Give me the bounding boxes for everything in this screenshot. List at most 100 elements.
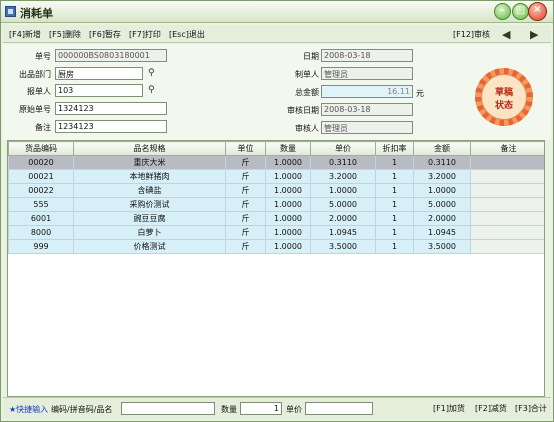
- quantity-input[interactable]: 1: [240, 402, 282, 415]
- remove-goods-key[interactable]: [F2]减货: [475, 403, 507, 414]
- cell-discount[interactable]: 1: [375, 197, 414, 212]
- reporter-lookup-icon[interactable]: ⚲: [148, 85, 155, 95]
- cell-remark[interactable]: [470, 211, 544, 226]
- cell-amount[interactable]: 0.3110: [413, 155, 471, 170]
- out-dept-field[interactable]: 厨房: [55, 67, 143, 80]
- cell-qty[interactable]: 1.0000: [265, 239, 311, 254]
- table-row[interactable]: 555 采购价测试 斤 1.0000 5.0000 1 5.0000: [8, 197, 544, 212]
- code-search-input[interactable]: [121, 402, 215, 415]
- new-button[interactable]: [F4]新增: [9, 29, 41, 40]
- cell-remark[interactable]: [470, 197, 544, 212]
- minimize-button[interactable]: –: [494, 3, 511, 20]
- col-header-name[interactable]: 品名规格: [73, 141, 226, 156]
- cell-price[interactable]: 0.3110: [310, 155, 376, 170]
- table-row[interactable]: 00021 本地鲜猪肉 斤 1.0000 3.2000 1 3.2000: [8, 169, 544, 184]
- cell-unit[interactable]: 斤: [225, 169, 266, 184]
- draft-save-button[interactable]: [F6]暂存: [89, 29, 121, 40]
- exit-button[interactable]: [Esc]退出: [169, 29, 205, 40]
- order-no-field[interactable]: 000000BS0803180001: [55, 49, 167, 62]
- cell-amount[interactable]: 3.5000: [413, 239, 471, 254]
- creator-field[interactable]: 管理员: [321, 67, 413, 80]
- cell-qty[interactable]: 1.0000: [265, 197, 311, 212]
- cell-unit[interactable]: 斤: [225, 197, 266, 212]
- cell-price[interactable]: 1.0945: [310, 225, 376, 240]
- cell-amount[interactable]: 3.2000: [413, 169, 471, 184]
- cell-amount[interactable]: 1.0000: [413, 183, 471, 198]
- table-row[interactable]: 00020 重庆大米 斤 1.0000 0.3110 1 0.3110: [8, 155, 544, 170]
- cell-discount[interactable]: 1: [375, 169, 414, 184]
- cell-unit[interactable]: 斤: [225, 211, 266, 226]
- cell-price[interactable]: 2.0000: [310, 211, 376, 226]
- close-button[interactable]: ×: [528, 2, 547, 21]
- cell-name[interactable]: 价格测试: [73, 239, 226, 254]
- delete-button[interactable]: [F5]删除: [49, 29, 81, 40]
- cell-name[interactable]: 采购价测试: [73, 197, 226, 212]
- cell-code[interactable]: 00022: [8, 183, 74, 198]
- audit-date-field[interactable]: 2008-03-18: [321, 103, 413, 116]
- auditor-field[interactable]: 管理员: [321, 121, 413, 134]
- cell-unit[interactable]: 斤: [225, 239, 266, 254]
- print-button[interactable]: [F7]打印: [129, 29, 161, 40]
- col-header-code[interactable]: 货品编码: [8, 141, 74, 156]
- cell-name[interactable]: 白萝卜: [73, 225, 226, 240]
- cell-name[interactable]: 重庆大米: [73, 155, 226, 170]
- dept-lookup-icon[interactable]: ⚲: [148, 68, 155, 78]
- table-row[interactable]: 8000 白萝卜 斤 1.0000 1.0945 1 1.0945: [8, 225, 544, 240]
- cell-price[interactable]: 3.5000: [310, 239, 376, 254]
- audit-button[interactable]: [F12]审核: [453, 29, 490, 40]
- col-header-remark[interactable]: 备注: [470, 141, 544, 156]
- col-header-unit[interactable]: 单位: [225, 141, 266, 156]
- cell-code[interactable]: 555: [8, 197, 74, 212]
- cell-price[interactable]: 1.0000: [310, 183, 376, 198]
- cell-amount[interactable]: 5.0000: [413, 197, 471, 212]
- orig-no-field[interactable]: 1324123: [55, 102, 167, 115]
- col-header-discount[interactable]: 折扣率: [375, 141, 414, 156]
- cell-qty[interactable]: 1.0000: [265, 225, 311, 240]
- cell-remark[interactable]: [470, 155, 544, 170]
- cell-discount[interactable]: 1: [375, 225, 414, 240]
- cell-remark[interactable]: [470, 225, 544, 240]
- cell-discount[interactable]: 1: [375, 211, 414, 226]
- cell-qty[interactable]: 1.0000: [265, 183, 311, 198]
- col-header-qty[interactable]: 数量: [265, 141, 311, 156]
- cell-name[interactable]: 豌豆豆腐: [73, 211, 226, 226]
- table-row[interactable]: 6001 豌豆豆腐 斤 1.0000 2.0000 1 2.0000: [8, 211, 544, 226]
- cell-price[interactable]: 5.0000: [310, 197, 376, 212]
- cell-discount[interactable]: 1: [375, 239, 414, 254]
- cell-price[interactable]: 3.2000: [310, 169, 376, 184]
- cell-discount[interactable]: 1: [375, 183, 414, 198]
- cell-code[interactable]: 6001: [8, 211, 74, 226]
- cell-unit[interactable]: 斤: [225, 225, 266, 240]
- next-record-icon[interactable]: ▶: [530, 28, 538, 41]
- cell-qty[interactable]: 1.0000: [265, 211, 311, 226]
- cell-qty[interactable]: 1.0000: [265, 169, 311, 184]
- cell-discount[interactable]: 1: [375, 155, 414, 170]
- remark-field[interactable]: 1234123: [55, 120, 167, 133]
- cell-remark[interactable]: [470, 239, 544, 254]
- cell-code[interactable]: 999: [8, 239, 74, 254]
- table-row[interactable]: 00022 含碘盐 斤 1.0000 1.0000 1 1.0000: [8, 183, 544, 198]
- col-header-price[interactable]: 单价: [310, 141, 376, 156]
- prev-record-icon[interactable]: ◀: [502, 28, 510, 41]
- cell-code[interactable]: 00020: [8, 155, 74, 170]
- total-amount-field[interactable]: 16.11: [321, 85, 413, 98]
- maximize-button[interactable]: □: [512, 3, 529, 20]
- date-field[interactable]: 2008-03-18: [321, 49, 413, 62]
- col-header-amount[interactable]: 金额: [413, 141, 471, 156]
- cell-code[interactable]: 8000: [8, 225, 74, 240]
- cell-remark[interactable]: [470, 183, 544, 198]
- cell-amount[interactable]: 1.0945: [413, 225, 471, 240]
- cell-unit[interactable]: 斤: [225, 183, 266, 198]
- cell-code[interactable]: 00021: [8, 169, 74, 184]
- cell-name[interactable]: 含碘盐: [73, 183, 226, 198]
- cell-qty[interactable]: 1.0000: [265, 155, 311, 170]
- cell-unit[interactable]: 斤: [225, 155, 266, 170]
- cell-amount[interactable]: 2.0000: [413, 211, 471, 226]
- sum-key[interactable]: [F3]合计: [515, 403, 547, 414]
- cell-remark[interactable]: [470, 169, 544, 184]
- table-row[interactable]: 999 价格测试 斤 1.0000 3.5000 1 3.5000: [8, 239, 544, 254]
- reporter-field[interactable]: 103: [55, 84, 143, 97]
- add-goods-key[interactable]: [F1]加货: [433, 403, 465, 414]
- price-input[interactable]: [305, 402, 373, 415]
- cell-name[interactable]: 本地鲜猪肉: [73, 169, 226, 184]
